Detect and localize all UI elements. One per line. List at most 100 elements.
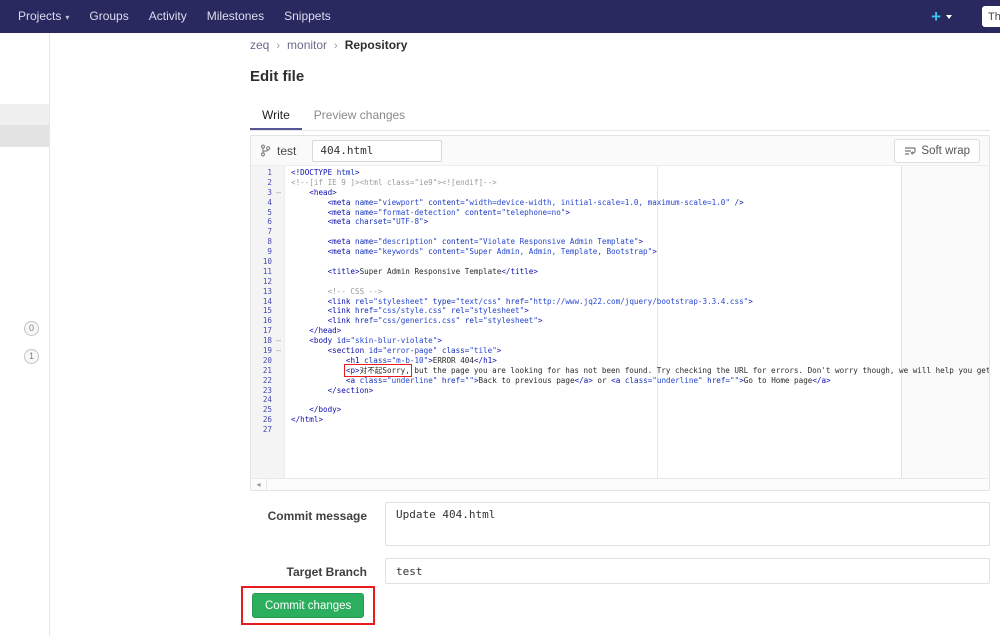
code-line[interactable]: <h1 class="m-b-10">ERROR 404</h1> <box>291 356 989 366</box>
line-number: 2 <box>267 178 272 187</box>
breadcrumb-item[interactable]: monitor <box>287 38 327 52</box>
edit-tabs: WritePreview changes <box>250 101 990 131</box>
line-number: 16 <box>263 316 272 325</box>
code-line[interactable]: </body> <box>291 405 989 415</box>
target-branch-row: Target Branch <box>250 558 990 584</box>
nav-item-groups[interactable]: Groups <box>79 0 138 33</box>
line-number: 13 <box>263 287 272 296</box>
code-line[interactable]: <p>对不起Sorry, but the page you are lookin… <box>291 366 989 376</box>
code-line[interactable]: <meta name="format-detection" content="t… <box>291 208 989 218</box>
target-branch-input[interactable] <box>385 558 990 584</box>
annotation-rectangle: Commit changes <box>241 586 375 625</box>
code-line[interactable]: <title>Super Admin Responsive Template</… <box>291 267 989 277</box>
gutter-line: 7 <box>251 227 284 237</box>
code-line[interactable] <box>291 277 989 287</box>
commit-message-input[interactable]: Update 404.html <box>385 502 990 546</box>
code-line[interactable] <box>291 425 989 435</box>
gutter-line: 18– <box>251 336 284 346</box>
code-line[interactable]: <!--[if IE 9 ]><html class="ie9"><![endi… <box>291 178 989 188</box>
breadcrumb-item[interactable]: Repository <box>345 38 408 52</box>
gutter-line: 4 <box>251 198 284 208</box>
nav-item-projects[interactable]: Projects▾ <box>8 0 79 34</box>
filename-input[interactable] <box>312 140 442 162</box>
line-number: 1 <box>267 168 272 177</box>
code-line[interactable]: <meta name="description" content="Violat… <box>291 237 989 247</box>
branch-name: test <box>277 144 296 158</box>
horizontal-scrollbar[interactable]: ◂ <box>251 478 989 490</box>
gutter-line: 26 <box>251 415 284 425</box>
code-line[interactable]: <!-- CSS --> <box>291 287 989 297</box>
code-line[interactable]: <meta name="viewport" content="width=dev… <box>291 198 989 208</box>
nav-item-snippets[interactable]: Snippets <box>274 0 341 33</box>
code-line[interactable]: <body id="skin-blur-violate"> <box>291 336 989 346</box>
line-number: 10 <box>263 257 272 266</box>
code-line[interactable]: </head> <box>291 326 989 336</box>
tab-preview-changes[interactable]: Preview changes <box>302 101 417 130</box>
gutter-line: 19– <box>251 346 284 356</box>
soft-wrap-icon <box>904 146 916 156</box>
code-line[interactable] <box>291 257 989 267</box>
fold-marker[interactable]: – <box>276 336 281 346</box>
gutter-line: 2 <box>251 178 284 188</box>
breadcrumb: zeq›monitor›Repository <box>250 38 407 52</box>
code-line[interactable]: </html> <box>291 415 989 425</box>
code-line[interactable]: </section> <box>291 386 989 396</box>
sidebar-item[interactable] <box>0 125 49 147</box>
target-branch-label: Target Branch <box>250 558 385 579</box>
code-line[interactable]: <!DOCTYPE html> <box>291 168 989 178</box>
gutter-line: 9 <box>251 247 284 257</box>
code-line[interactable]: <meta charset="UTF-8"> <box>291 217 989 227</box>
gutter-line: 13 <box>251 287 284 297</box>
code-line[interactable]: <link href="css/generics.css" rel="style… <box>291 316 989 326</box>
left-sidebar: 0 1 <box>0 33 50 636</box>
code-line[interactable] <box>291 227 989 237</box>
nav-item-activity[interactable]: Activity <box>139 0 197 33</box>
sidebar-count-badge[interactable]: 0 <box>24 321 39 336</box>
top-navbar: Projects▾GroupsActivityMilestonesSnippet… <box>0 0 1000 33</box>
line-number: 5 <box>267 208 272 217</box>
line-number: 25 <box>263 405 272 414</box>
scroll-left-arrow[interactable]: ◂ <box>251 479 267 491</box>
commit-changes-button[interactable]: Commit changes <box>252 593 364 618</box>
gutter-line: 25 <box>251 405 284 415</box>
line-number: 11 <box>263 267 272 276</box>
branch-icon <box>260 144 271 157</box>
code-line[interactable]: <head> <box>291 188 989 198</box>
code-line[interactable] <box>291 395 989 405</box>
tab-write[interactable]: Write <box>250 101 302 130</box>
nav-item-milestones[interactable]: Milestones <box>197 0 274 33</box>
code-editor-area[interactable]: 123–456789101112131415161718–19–20212223… <box>251 166 989 478</box>
main-nav: Projects▾GroupsActivityMilestonesSnippet… <box>0 0 341 33</box>
line-number: 14 <box>263 297 272 306</box>
commit-message-label: Commit message <box>250 502 385 523</box>
gutter-line: 8 <box>251 237 284 247</box>
fold-marker[interactable]: – <box>276 188 281 198</box>
line-number: 24 <box>263 395 272 404</box>
soft-wrap-button[interactable]: Soft wrap <box>894 139 980 163</box>
search-input[interactable] <box>982 6 1000 27</box>
annotation-rectangle: <p>对不起Sorry, <box>346 366 410 375</box>
breadcrumb-item[interactable]: zeq <box>250 38 269 52</box>
sidebar-count-badge[interactable]: 1 <box>24 349 39 364</box>
line-number: 19 <box>263 346 272 355</box>
code-line[interactable]: <section id="error-page" class="tile"> <box>291 346 989 356</box>
line-number: 6 <box>267 217 272 226</box>
gutter-line: 6 <box>251 217 284 227</box>
gutter-line: 15 <box>251 306 284 316</box>
gutter-line: 27 <box>251 425 284 435</box>
gutter-line: 16 <box>251 316 284 326</box>
line-number: 7 <box>267 227 272 236</box>
code-line[interactable]: <link rel="stylesheet" type="text/css" h… <box>291 297 989 307</box>
fold-marker[interactable]: – <box>276 346 281 356</box>
sidebar-item[interactable] <box>0 104 49 125</box>
code-line[interactable]: <a class="underline" href="">Back to pre… <box>291 376 989 386</box>
code-line[interactable]: <meta name="keywords" content="Super Adm… <box>291 247 989 257</box>
gutter-line: 24 <box>251 395 284 405</box>
code-line[interactable]: <link href="css/style.css" rel="styleshe… <box>291 306 989 316</box>
line-number: 3 <box>267 188 272 197</box>
gutter-line: 12 <box>251 277 284 287</box>
new-menu-button[interactable]: + <box>931 0 952 33</box>
gutter-line: 22 <box>251 376 284 386</box>
line-number: 22 <box>263 376 272 385</box>
gutter-line: 5 <box>251 208 284 218</box>
